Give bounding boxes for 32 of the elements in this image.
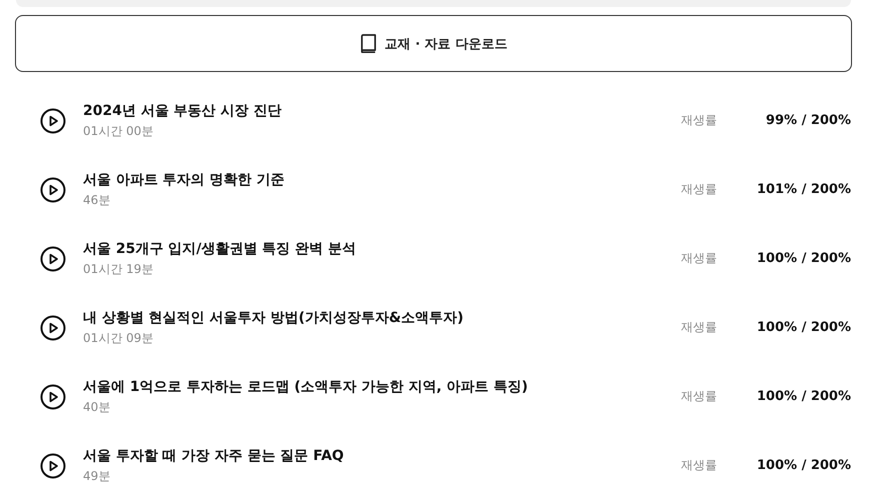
lecture-duration: 46분: [83, 192, 112, 208]
play-icon[interactable]: [40, 176, 66, 202]
lecture-duration: 01시간 00분: [83, 122, 154, 140]
play-icon[interactable]: [40, 452, 66, 478]
lecture-duration: 01시간 19분: [83, 260, 154, 278]
lecture-title[interactable]: 서울 25개구 입지/생활권별 특징 완벽 분석: [83, 240, 681, 258]
playback-rate-value: 101% / 200%: [756, 182, 851, 197]
lecture-title[interactable]: 서울 투자할 때 가장 자주 묻는 질문 FAQ: [83, 446, 681, 464]
play-icon[interactable]: [40, 246, 66, 272]
playback-rate-label: 재생률: [681, 250, 718, 267]
play-icon[interactable]: [40, 314, 66, 340]
playback-rate-label: 재생률: [681, 457, 718, 474]
download-button[interactable]: 교재 · 자료 다운로드: [15, 15, 852, 72]
lecture-title[interactable]: 내 상황별 현실적인 서울투자 방법(가치성장투자&소액투자): [83, 308, 681, 326]
playback-rate-value: 100% / 200%: [756, 389, 851, 404]
lecture-title[interactable]: 서울 아파트 투자의 명확한 기준: [83, 170, 681, 188]
playback-rate-label: 재생률: [681, 112, 718, 129]
book-icon: [360, 34, 377, 53]
lecture-title[interactable]: 2024년 서울 부동산 시장 진단: [83, 102, 681, 120]
play-icon[interactable]: [40, 108, 66, 134]
lecture-duration: 40분: [83, 398, 112, 416]
playback-rate-label: 재생률: [681, 388, 718, 405]
lecture-duration: 49분: [83, 468, 112, 484]
play-icon[interactable]: [40, 384, 66, 410]
playback-rate-value: 100% / 200%: [756, 458, 851, 473]
lecture-duration: 01시간 09분: [83, 330, 154, 346]
lecture-title[interactable]: 서울에 1억으로 투자하는 로드맵 (소액투자 가능한 지역, 아파트 특징): [83, 378, 681, 396]
playback-rate-value: 100% / 200%: [756, 251, 851, 266]
playback-rate-value: 100% / 200%: [756, 320, 851, 335]
playback-rate-value: 99% / 200%: [764, 113, 851, 128]
playback-rate-label: 재생률: [681, 319, 718, 336]
playback-rate-label: 재생률: [681, 181, 718, 198]
